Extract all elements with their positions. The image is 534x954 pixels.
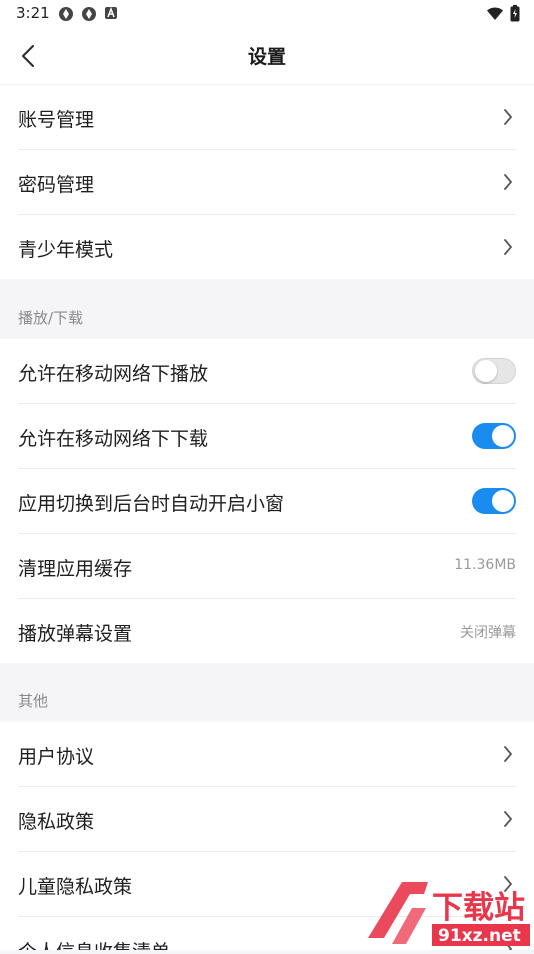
row-label: 隐私政策 [18,811,95,833]
mobile-play-toggle[interactable] [472,358,516,384]
playback-settings-group: 允许在移动网络下播放 允许在移动网络下下载 应用切换到后台时自动开启小窗 清理应… [0,339,534,663]
teen-mode-row[interactable]: 青少年模式 [18,215,516,279]
row-label: 播放弹幕设置 [18,623,133,645]
wifi-icon [487,6,503,20]
watermark-logo: 下载站 91xz.net [362,880,534,950]
section-title-playback: 播放/下载 [18,309,84,327]
account-settings-group: 账号管理 密码管理 青少年模式 [0,85,534,279]
row-label: 清理应用缓存 [18,558,133,580]
chevron-right-icon [504,109,513,125]
danmaku-settings-row[interactable]: 播放弹幕设置 关闭弹幕 [18,599,516,663]
row-label: 允许在移动网络下下载 [18,428,209,450]
mobile-download-toggle[interactable] [472,423,516,449]
clear-cache-row[interactable]: 清理应用缓存 11.36MB [18,534,516,599]
row-label: 应用切换到后台时自动开启小窗 [18,493,285,515]
mobile-download-row: 允许在移动网络下下载 [18,404,516,469]
row-label: 密码管理 [18,174,95,196]
privacy-policy-row[interactable]: 隐私政策 [18,787,516,852]
row-label: 个人信息收集清单 [18,937,170,950]
row-label: 用户协议 [18,746,95,768]
cache-size-value: 11.36MB [454,557,516,573]
row-label: 儿童隐私政策 [18,876,133,898]
watermark-url: 91xz.net [438,926,521,946]
status-system-icons [486,5,520,22]
header: 设置 [0,28,534,84]
watermark-title: 下载站 [432,890,525,926]
chevron-right-icon [504,746,513,762]
chevron-right-icon [504,174,513,190]
status-notification-icons [58,6,118,22]
chevron-right-icon [504,239,513,255]
watermark-graphic: 下载站 91xz.net [368,882,530,946]
toggle-knob [492,490,514,512]
status-time: 3:21 [16,4,50,22]
aperture-icon [59,7,73,21]
section-title-other: 其他 [18,692,49,710]
background-pip-row: 应用切换到后台时自动开启小窗 [18,469,516,534]
mobile-play-row: 允许在移动网络下播放 [18,339,516,404]
row-label: 青少年模式 [18,239,114,261]
chevron-right-icon [504,811,513,827]
battery-icon [510,5,520,22]
danmaku-status-value: 关闭弹幕 [460,625,516,641]
font-a-icon [105,6,117,19]
status-bar: 3:21 [0,0,534,28]
aperture-icon [82,7,96,21]
account-management-row[interactable]: 账号管理 [18,85,516,150]
page-title: 设置 [247,46,286,68]
row-label: 允许在移动网络下播放 [18,363,209,385]
toggle-knob [475,360,497,382]
background-pip-toggle[interactable] [472,488,516,514]
toggle-knob [492,425,514,447]
password-management-row[interactable]: 密码管理 [18,150,516,215]
row-label: 账号管理 [18,109,95,131]
user-agreement-row[interactable]: 用户协议 [18,722,516,787]
